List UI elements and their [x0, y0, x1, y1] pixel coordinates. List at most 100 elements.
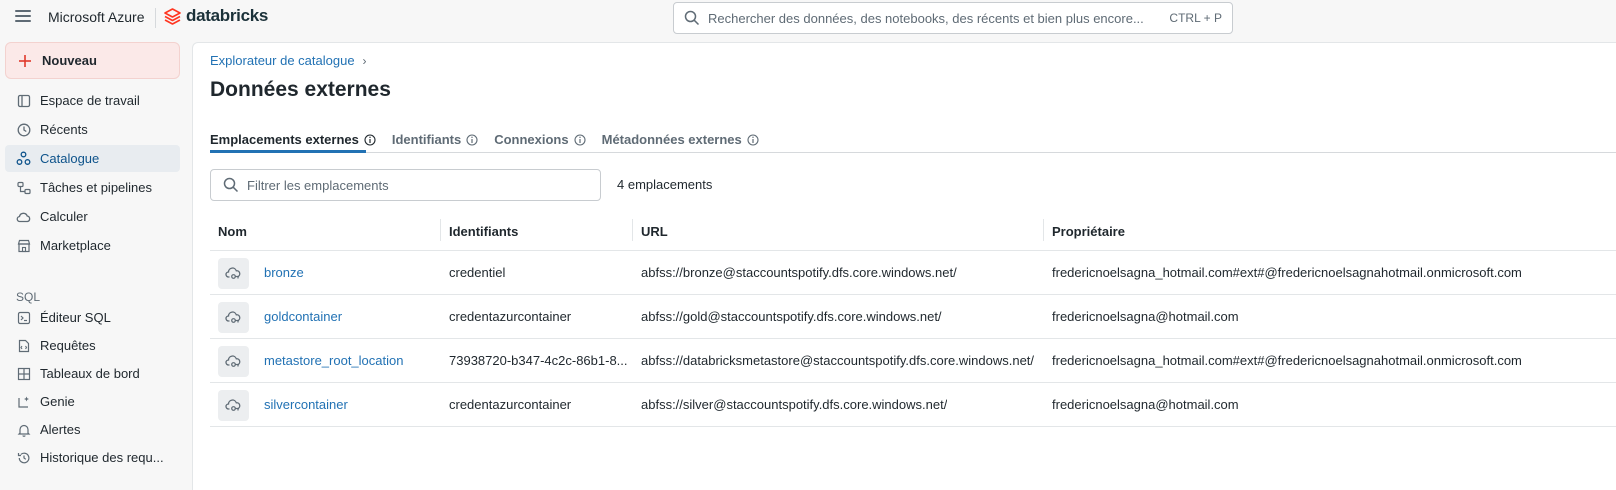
owner-cell: fredericnoelsagna@hotmail.com: [1052, 397, 1239, 412]
location-name-link[interactable]: silvercontainer: [264, 397, 348, 412]
tab-external-locations[interactable]: Emplacements externes: [210, 127, 376, 152]
store-icon: [16, 238, 31, 253]
table-row[interactable]: silvercontainer credentazurcontainer abf…: [210, 383, 1616, 427]
databricks-logo[interactable]: databricks: [164, 6, 268, 26]
sidebar-item-marketplace[interactable]: Marketplace: [5, 232, 180, 259]
tab-credentials[interactable]: Identifiants: [392, 127, 478, 152]
credential-cell: 73938720-b347-4c2c-86b1-8...: [449, 353, 628, 368]
column-header-url[interactable]: URL: [641, 224, 668, 239]
external-location-icon: [218, 390, 249, 421]
info-icon[interactable]: [574, 133, 586, 146]
tabs: Emplacements externes Identifiants Conne…: [210, 127, 759, 152]
external-location-icon: [218, 258, 249, 289]
sidebar-item-label: Tâches et pipelines: [40, 180, 153, 195]
table-header: Nom Identifiants URL Propriétaire: [210, 215, 1616, 251]
sidebar-item-genie[interactable]: Genie: [5, 388, 180, 415]
sql-editor-icon: [16, 310, 31, 325]
sidebar-item-label: Espace de travail: [40, 93, 140, 108]
column-header-name[interactable]: Nom: [218, 224, 247, 239]
genie-icon: [16, 394, 31, 409]
credential-cell: credentazurcontainer: [449, 397, 572, 412]
new-button-label: Nouveau: [42, 53, 97, 68]
sidebar-item-compute[interactable]: Calculer: [5, 203, 180, 230]
external-locations-table: Nom Identifiants URL Propriétaire bronze…: [210, 215, 1616, 427]
tab-label: Identifiants: [391, 132, 462, 147]
location-count: 4 emplacements: [617, 177, 713, 192]
plus-icon: [19, 54, 31, 67]
sidebar-item-label: Calculer: [40, 209, 88, 224]
sidebar-item-workspace[interactable]: Espace de travail: [5, 87, 180, 114]
databricks-logo-icon: [164, 7, 181, 25]
workspace-icon: [16, 93, 31, 108]
menu-icon[interactable]: [15, 10, 31, 23]
tab-label: Métadonnées externes: [601, 132, 742, 147]
clock-icon: [16, 122, 31, 137]
location-name-link[interactable]: bronze: [264, 265, 304, 280]
sidebar-item-label: Historique des requ...: [40, 450, 164, 465]
catalog-icon: [16, 151, 31, 166]
url-cell: abfss://databricksmetastore@staccountspo…: [641, 353, 1035, 368]
location-name-link[interactable]: goldcontainer: [264, 309, 342, 324]
sidebar-item-recents[interactable]: Récents: [5, 116, 180, 143]
sidebar-item-label: Éditeur SQL: [40, 310, 111, 325]
sidebar-item-label: Catalogue: [40, 151, 100, 166]
top-bar: Microsoft Azure databricks Rechercher de…: [0, 0, 1616, 36]
url-cell: abfss://bronze@staccountspotify.dfs.core…: [641, 265, 957, 280]
breadcrumb-catalog-explorer[interactable]: Explorateur de catalogue: [210, 53, 355, 68]
brand-name: databricks: [186, 6, 269, 25]
external-location-icon: [218, 302, 249, 333]
sidebar-item-label: Marketplace: [40, 238, 111, 253]
column-header-owner[interactable]: Propriétaire: [1052, 224, 1125, 239]
sidebar-item-label: Requêtes: [40, 338, 96, 353]
filter-locations-field[interactable]: [210, 169, 601, 201]
credential-cell: credentazurcontainer: [449, 309, 572, 324]
tab-label: Connexions: [494, 132, 569, 147]
sidebar-item-query-history[interactable]: Historique des requ...: [5, 444, 180, 471]
info-icon[interactable]: [747, 133, 759, 146]
info-icon[interactable]: [466, 133, 478, 146]
global-search[interactable]: Rechercher des données, des notebooks, d…: [673, 2, 1233, 34]
column-resize-handle[interactable]: [632, 219, 633, 241]
sidebar-item-sql-editor[interactable]: Éditeur SQL: [5, 304, 180, 331]
tab-external-metadata[interactable]: Métadonnées externes: [602, 127, 759, 152]
new-button[interactable]: Nouveau: [5, 42, 180, 79]
owner-cell: fredericnoelsagna_hotmail.com#ext#@frede…: [1052, 353, 1522, 368]
sidebar-item-label: Tableaux de bord: [40, 366, 140, 381]
sidebar-item-dashboards[interactable]: Tableaux de bord: [5, 360, 180, 387]
chevron-right-icon: ›: [362, 53, 367, 68]
page-title: Données externes: [210, 78, 391, 101]
owner-cell: fredericnoelsagna@hotmail.com: [1052, 309, 1239, 324]
sidebar-item-catalog[interactable]: Catalogue: [5, 145, 180, 172]
sidebar-item-alerts[interactable]: Alertes: [5, 416, 180, 443]
dashboard-icon: [16, 366, 31, 381]
table-row[interactable]: goldcontainer credentazurcontainer abfss…: [210, 295, 1616, 339]
query-icon: [16, 338, 31, 353]
info-icon[interactable]: [364, 133, 376, 146]
owner-cell: fredericnoelsagna_hotmail.com#ext#@frede…: [1052, 265, 1522, 280]
history-icon: [16, 450, 31, 465]
column-header-credentials[interactable]: Identifiants: [449, 224, 518, 239]
sidebar-item-queries[interactable]: Requêtes: [5, 332, 180, 359]
tabs-divider: [210, 152, 1616, 153]
breadcrumb: Explorateur de catalogue ›: [210, 53, 367, 68]
search-icon: [223, 177, 239, 193]
active-tab-indicator: [210, 150, 366, 153]
table-row[interactable]: bronze credentiel abfss://bronze@staccou…: [210, 251, 1616, 295]
tab-connections[interactable]: Connexions: [494, 127, 586, 152]
main-panel: Explorateur de catalogue › Données exter…: [192, 42, 1616, 490]
column-resize-handle[interactable]: [440, 219, 441, 241]
search-placeholder: Rechercher des données, des notebooks, d…: [708, 10, 1144, 26]
sql-section-label: SQL: [16, 290, 41, 304]
location-name-link[interactable]: metastore_root_location: [264, 353, 403, 368]
sidebar-item-workflows[interactable]: Tâches et pipelines: [5, 174, 180, 201]
url-cell: abfss://gold@staccountspotify.dfs.core.w…: [641, 309, 942, 324]
sidebar: Nouveau Espace de travail Récents Catalo…: [0, 36, 192, 490]
credential-cell: credentiel: [449, 265, 506, 280]
filter-locations-input[interactable]: [247, 177, 587, 193]
search-icon: [684, 10, 700, 26]
cloud-icon: [16, 209, 31, 224]
app-title: Microsoft Azure: [48, 9, 145, 25]
table-row[interactable]: metastore_root_location 73938720-b347-4c…: [210, 339, 1616, 383]
column-resize-handle[interactable]: [1043, 219, 1044, 241]
url-cell: abfss://silver@staccountspotify.dfs.core…: [641, 397, 948, 412]
